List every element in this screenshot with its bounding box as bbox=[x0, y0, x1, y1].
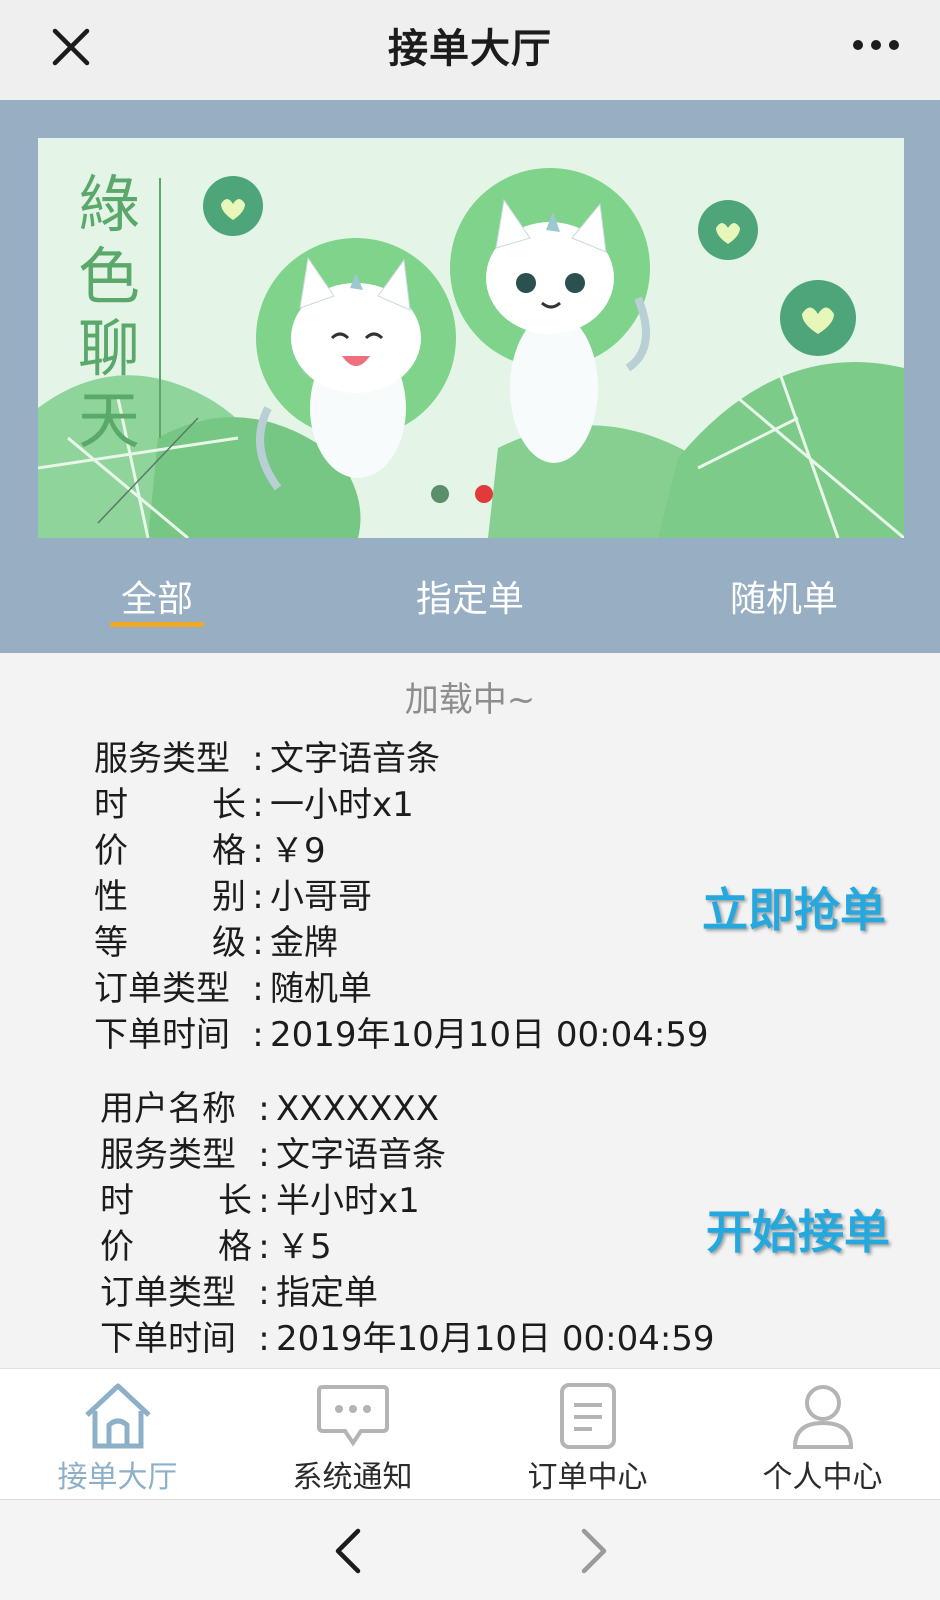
field-value: 2019年10月10日 00:04:59 bbox=[270, 1015, 709, 1055]
field-value: XXXXXXX bbox=[276, 1089, 440, 1129]
order-card: 用户名称: XXXXXXX 服务类型: 文字语音条 时长: 半小时x1 价格: ￥5 订… bbox=[100, 1086, 715, 1362]
label-char: 格 bbox=[218, 1227, 252, 1267]
label-char: 性 bbox=[94, 877, 128, 917]
tab-random[interactable]: 随机单 bbox=[714, 570, 854, 622]
heart-bubble-icon bbox=[203, 176, 263, 236]
label-char: 时 bbox=[100, 1181, 134, 1221]
order-field: 服务类型: 文字语音条 bbox=[94, 736, 709, 782]
order-field: 时长: 一小时x1 bbox=[94, 782, 709, 828]
message-icon bbox=[316, 1385, 389, 1447]
carousel-dot-active[interactable] bbox=[475, 485, 493, 503]
filter-tabs: 全部 指定单 随机单 bbox=[0, 550, 940, 650]
more-icon[interactable] bbox=[846, 30, 906, 60]
header-area: 綠 色 聊 天 全部 指定单 随机单 bbox=[0, 100, 940, 653]
carousel-dot[interactable] bbox=[431, 485, 449, 503]
back-icon[interactable] bbox=[324, 1526, 370, 1576]
field-label: 用户名称 bbox=[100, 1089, 236, 1129]
label-char: 价 bbox=[94, 831, 128, 871]
field-value: 指定单 bbox=[276, 1273, 378, 1313]
order-card: 服务类型: 文字语音条 时长: 一小时x1 价格: ￥9 性别: 小哥哥 等级: 金牌 订… bbox=[94, 736, 709, 1058]
order-field: 用户名称: XXXXXXX bbox=[100, 1086, 715, 1132]
nav-label: 接单大厅 bbox=[57, 1460, 178, 1495]
field-value: 随机单 bbox=[270, 969, 372, 1009]
document-icon bbox=[559, 1383, 616, 1449]
field-value: 文字语音条 bbox=[276, 1135, 446, 1175]
title-bar: 接单大厅 bbox=[0, 0, 940, 100]
order-field: 下单时间:2019年10月10日 00:04:59 bbox=[100, 1316, 715, 1362]
field-label: 下单时间 bbox=[94, 1015, 230, 1055]
tab-designated[interactable]: 指定单 bbox=[400, 570, 540, 622]
page-title: 接单大厅 bbox=[388, 26, 552, 72]
forward-icon[interactable] bbox=[572, 1526, 618, 1576]
field-label: 价格 bbox=[100, 1224, 252, 1270]
field-value: 2019年10月10日 00:04:59 bbox=[276, 1319, 715, 1359]
home-icon bbox=[84, 1383, 151, 1449]
field-label: 价格 bbox=[94, 828, 246, 874]
label-char: 别 bbox=[212, 877, 246, 917]
field-label: 订单类型 bbox=[100, 1273, 236, 1313]
user-icon bbox=[792, 1385, 853, 1449]
label-char: 等 bbox=[94, 923, 128, 963]
heart-bubble-icon bbox=[698, 200, 758, 260]
order-field: 价格: ￥9 bbox=[94, 828, 709, 874]
nav-order-hall[interactable]: 接单大厅 bbox=[0, 1369, 235, 1499]
order-field: 价格: ￥5 bbox=[100, 1224, 715, 1270]
order-field: 服务类型: 文字语音条 bbox=[100, 1132, 715, 1178]
order-field: 时长: 半小时x1 bbox=[100, 1178, 715, 1224]
accept-order-button[interactable]: 开始接单 bbox=[706, 1196, 890, 1262]
grab-order-button[interactable]: 立即抢单 bbox=[702, 874, 886, 940]
field-value: 金牌 bbox=[270, 923, 338, 963]
field-label: 下单时间 bbox=[100, 1319, 236, 1359]
nav-label: 订单中心 bbox=[527, 1460, 648, 1495]
browser-navigation bbox=[0, 1500, 940, 1600]
field-label: 时长 bbox=[100, 1178, 252, 1224]
label-char: 级 bbox=[212, 923, 246, 963]
field-value: ￥9 bbox=[270, 831, 326, 871]
bottom-tab-bar: 接单大厅 系统通知 订单中心 个人中心 bbox=[0, 1368, 940, 1500]
label-char: 价 bbox=[100, 1227, 134, 1267]
field-label: 服务类型 bbox=[94, 739, 230, 779]
field-label: 时长 bbox=[94, 782, 246, 828]
field-value: 半小时x1 bbox=[276, 1181, 420, 1221]
label-char: 长 bbox=[212, 785, 246, 825]
label-char: 时 bbox=[94, 785, 128, 825]
field-label: 等级 bbox=[94, 920, 246, 966]
heart-bubble-icon bbox=[780, 280, 856, 356]
field-value: ￥5 bbox=[276, 1227, 332, 1267]
nav-label: 个人中心 bbox=[762, 1460, 883, 1495]
field-value: 一小时x1 bbox=[270, 785, 414, 825]
order-field: 等级: 金牌 bbox=[94, 920, 709, 966]
field-label: 订单类型 bbox=[94, 969, 230, 1009]
loading-text: 加载中~ bbox=[404, 680, 536, 720]
banner-carousel[interactable]: 綠 色 聊 天 bbox=[38, 138, 904, 538]
field-value: 文字语音条 bbox=[270, 739, 440, 779]
field-value: 小哥哥 bbox=[270, 877, 372, 917]
order-field: 订单类型: 指定单 bbox=[100, 1270, 715, 1316]
tab-all[interactable]: 全部 bbox=[110, 570, 204, 622]
label-char: 长 bbox=[218, 1181, 252, 1221]
field-label: 服务类型 bbox=[100, 1135, 236, 1175]
order-field: 下单时间:2019年10月10日 00:04:59 bbox=[94, 1012, 709, 1058]
nav-label: 系统通知 bbox=[292, 1460, 413, 1495]
order-field: 订单类型: 随机单 bbox=[94, 966, 709, 1012]
field-label: 性别 bbox=[94, 874, 246, 920]
nav-notifications[interactable]: 系统通知 bbox=[235, 1369, 470, 1499]
order-field: 性别: 小哥哥 bbox=[94, 874, 709, 920]
active-tab-indicator bbox=[110, 622, 204, 627]
label-char: 格 bbox=[212, 831, 246, 871]
nav-profile[interactable]: 个人中心 bbox=[705, 1369, 940, 1499]
nav-order-center[interactable]: 订单中心 bbox=[470, 1369, 705, 1499]
